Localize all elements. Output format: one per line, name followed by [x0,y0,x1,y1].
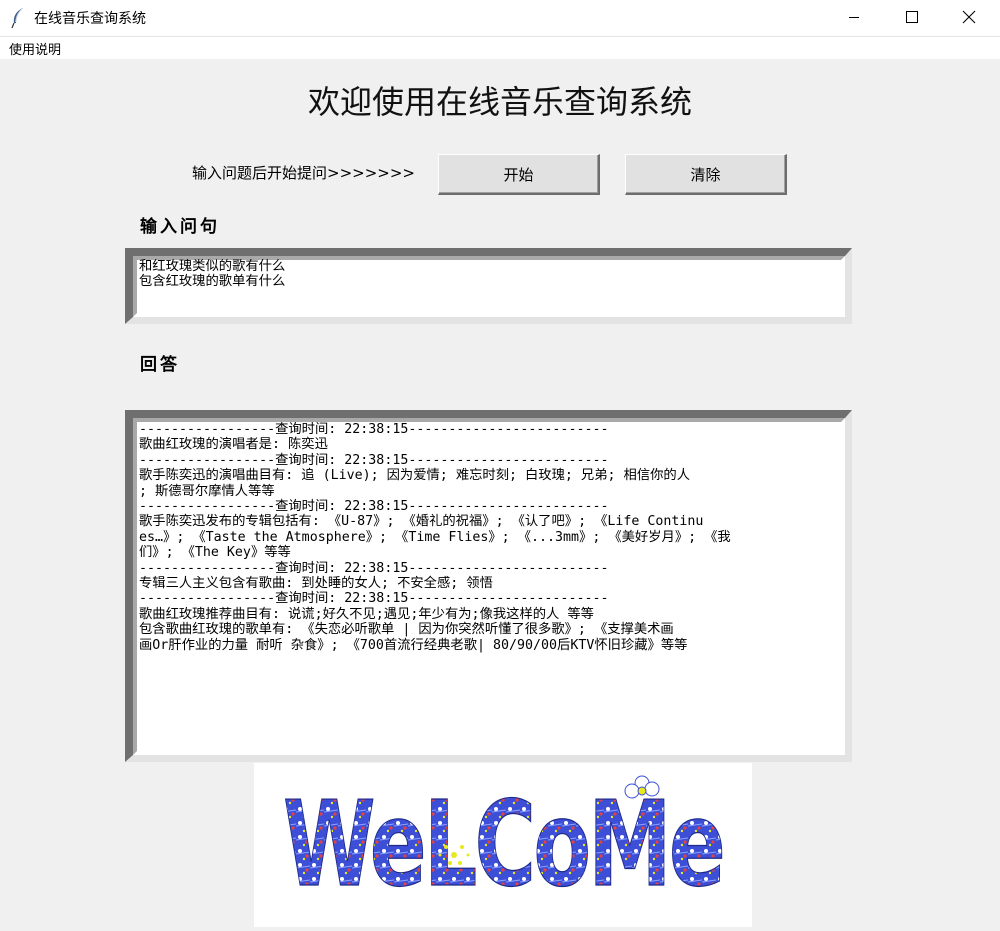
welcome-image: WeLCoMe [254,763,752,927]
question-line: 和红玫瑰类似的歌有什么 [139,259,286,274]
close-icon [962,10,976,24]
window-title: 在线音乐查询系统 [34,11,146,27]
clear-button[interactable]: 清除 [625,154,787,195]
start-button[interactable]: 开始 [438,154,600,195]
page-title: 欢迎使用在线音乐查询系统 [307,84,692,120]
answer-line: es…》; 《Taste the Atmosphere》; 《Time Flie… [139,529,731,545]
answer-line: 包含歌曲红玫瑰的歌单有: 《失恋必听歌单 | 因为你突然听懂了很多歌》; 《支撑… [139,622,674,638]
answer-line: 画Or肝作业的力量 耐听 杂食》; 《700首流行经典老歌| 80/90/00后… [139,637,688,653]
answer-line: -----------------查询时间: 22:38:15---------… [139,499,609,515]
answer-line: 专辑三人主义包含有歌曲: 到处睡的女人; 不安全感; 领悟 [139,576,493,592]
answer-line: ; 斯德哥尔摩情人等等 [139,483,275,499]
question-text[interactable]: 和红玫瑰类似的歌有什么 包含红玫瑰的歌单有什么 [139,259,841,290]
title-bar: 在线音乐查询系统 [0,0,1000,36]
answer-line: 们》; 《The Key》等等 [139,545,291,561]
question-line: 包含红玫瑰的歌单有什么 [139,274,286,290]
menu-bar: 使用说明 [0,36,1000,59]
feather-icon [11,8,23,29]
question-input[interactable]: 和红玫瑰类似的歌有什么 包含红玫瑰的歌单有什么 [125,248,852,324]
answer-line: -----------------查询时间: 22:38:15---------… [139,422,609,437]
maximize-icon [906,11,918,23]
answer-output[interactable]: -----------------查询时间: 22:38:15---------… [125,410,852,762]
answer-line: 歌曲红玫瑰推荐曲目有: 说谎;好久不见;遇见;年少有为;像我这样的人 等等 [139,606,594,622]
answer-line: 歌手陈奕迅的演唱曲目有: 追 (Live); 因为爱情; 难忘时刻; 白玫瑰; … [139,468,691,484]
close-button[interactable] [940,0,998,36]
answer-line: -----------------查询时间: 22:38:15---------… [139,560,609,576]
answer-line: 歌手陈奕迅发布的专辑包括有: 《U-87》; 《婚礼的祝福》; 《认了吧》; 《… [139,514,704,530]
menu-item-help[interactable]: 使用说明 [9,39,61,58]
answer-label: 回答 [140,355,180,375]
answer-line: -----------------查询时间: 22:38:15---------… [139,452,609,468]
minimize-button[interactable] [826,0,884,36]
maximize-button[interactable] [883,0,941,36]
question-label: 输入问句 [140,217,220,237]
answer-line: 歌曲红玫瑰的演唱者是: 陈奕迅 [139,437,328,453]
answer-line: -----------------查询时间: 22:38:15---------… [139,591,609,607]
welcome-word: WeLCoMe [283,775,723,913]
minimize-icon [849,17,859,18]
welcome-graphic: WeLCoMe [282,774,727,913]
answer-text[interactable]: -----------------查询时间: 22:38:15---------… [139,422,841,653]
prompt-label: 输入问题后开始提问>>>>>>> [192,164,415,182]
